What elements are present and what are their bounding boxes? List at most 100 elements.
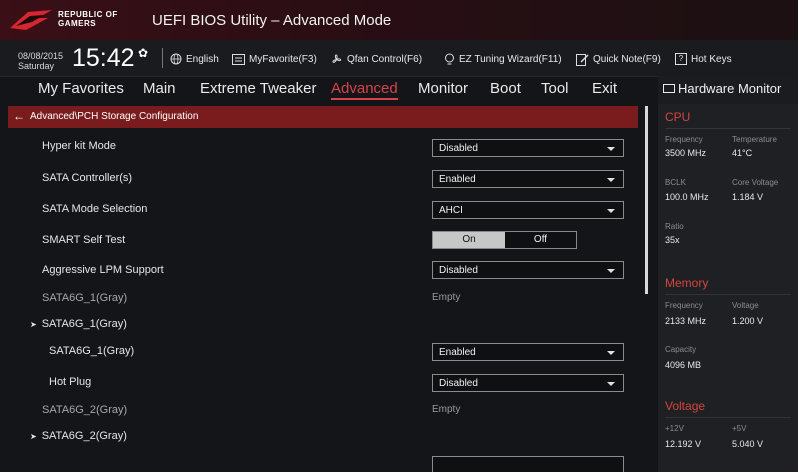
monitor-icon	[663, 84, 675, 93]
brand-line-1: REPUBLIC OF	[58, 10, 118, 19]
submenu-arrow-icon: ➤	[30, 320, 37, 329]
memory-voltage-value: 1.200 V	[732, 316, 764, 326]
partial-select[interactable]	[432, 456, 624, 472]
tab-advanced[interactable]: Advanced	[331, 80, 398, 100]
rog-eye-icon	[10, 10, 52, 30]
divider	[665, 294, 791, 295]
sata-mode-select[interactable]: AHCI	[432, 201, 624, 219]
divider	[665, 128, 791, 129]
globe-icon	[170, 53, 182, 65]
brand-text: REPUBLIC OF GAMERS	[58, 10, 118, 28]
hot-plug-label: Hot Plug	[49, 376, 92, 388]
bclk-value: 100.0 MHz	[665, 192, 709, 202]
chevron-down-icon	[607, 147, 615, 151]
sata6g-1-info-label: SATA6G_1(Gray)	[42, 292, 128, 304]
note-pencil-icon	[576, 53, 589, 66]
favorite-list-icon	[232, 53, 245, 65]
question-icon: ?	[675, 53, 687, 65]
cpu-frequency-label: Frequency	[665, 135, 703, 144]
day-text: Saturday	[18, 61, 55, 71]
sata-mode-value: AHCI	[439, 205, 463, 216]
toggle-off-option[interactable]: Off	[505, 232, 576, 248]
scrollbar[interactable]	[645, 106, 648, 294]
memory-voltage-label: Voltage	[732, 301, 759, 310]
sata-controller-value: Enabled	[439, 174, 476, 185]
title-bar: REPUBLIC OF GAMERS UEFI BIOS Utility – A…	[0, 0, 798, 40]
smart-self-test-toggle[interactable]: On Off	[432, 231, 577, 249]
sata6g-2-status: Empty	[432, 404, 461, 415]
hot-keys-label: Hot Keys	[691, 53, 732, 65]
ratio-label: Ratio	[665, 222, 684, 231]
qfan-label: Qfan Control(F6)	[347, 53, 423, 65]
myfavorite-label: MyFavorite(F3)	[249, 53, 317, 65]
info-bar: 08/08/2015 Saturday 15:42 ✿ English MyFa…	[0, 40, 798, 77]
myfavorite-button[interactable]: MyFavorite(F3)	[232, 52, 317, 66]
back-arrow-icon[interactable]: ←	[13, 109, 25, 123]
tab-extreme-tweaker[interactable]: Extreme Tweaker	[200, 80, 316, 97]
quick-note-button[interactable]: Quick Note(F9)	[576, 52, 661, 66]
memory-frequency-value: 2133 MHz	[665, 316, 707, 326]
quick-note-label: Quick Note(F9)	[593, 53, 661, 65]
hardware-monitor-header: Hardware Monitor	[658, 76, 798, 104]
chevron-down-icon	[607, 178, 615, 182]
sata-controller-select[interactable]: Enabled	[432, 170, 624, 188]
memory-capacity-label: Capacity	[665, 345, 697, 354]
sata6g-1-submenu[interactable]: ➤ SATA6G_1(Gray)	[30, 318, 127, 330]
smart-self-test-label: SMART Self Test	[42, 234, 126, 246]
cpu-temperature-value: 41°C	[732, 148, 753, 158]
window-title: UEFI BIOS Utility – Advanced Mode	[152, 12, 392, 29]
gear-icon[interactable]: ✿	[138, 46, 148, 60]
breadcrumb[interactable]: ← Advanced\PCH Storage Configuration	[8, 106, 638, 128]
aggressive-lpm-select[interactable]: Disabled	[432, 261, 624, 279]
date-display: 08/08/2015 Saturday	[18, 51, 63, 71]
sata6g-2-info-label: SATA6G_2(Gray)	[42, 404, 128, 416]
v5-value: 5.040 V	[732, 439, 764, 449]
v5-label: +5V	[732, 424, 747, 433]
date-text: 08/08/2015	[18, 51, 64, 61]
memory-heading: Memory	[665, 276, 709, 290]
cpu-frequency-value: 3500 MHz	[665, 148, 707, 158]
memory-frequency-label: Frequency	[665, 301, 703, 310]
divider	[665, 417, 791, 418]
divider	[162, 48, 163, 68]
hyper-kit-select[interactable]: Disabled	[432, 139, 624, 157]
hot-plug-value: Disabled	[439, 378, 478, 389]
core-voltage-value: 1.184 V	[732, 192, 764, 202]
v12-value: 12.192 V	[665, 439, 702, 449]
v12-label: +12V	[665, 424, 684, 433]
sata6g-1-enable-select[interactable]: Enabled	[432, 343, 624, 361]
cpu-heading: CPU	[665, 110, 691, 124]
hyper-kit-value: Disabled	[439, 143, 478, 154]
clock: 15:42	[72, 44, 135, 72]
sata6g-1-enable-label: SATA6G_1(Gray)	[49, 345, 135, 357]
tab-main[interactable]: Main	[143, 80, 176, 97]
tab-boot[interactable]: Boot	[490, 80, 521, 97]
ratio-value: 35x	[665, 235, 680, 245]
rog-logo: REPUBLIC OF GAMERS	[8, 6, 138, 34]
ez-tuning-label: EZ Tuning Wizard(F11)	[459, 53, 562, 65]
tab-monitor[interactable]: Monitor	[418, 80, 468, 97]
sata-mode-label: SATA Mode Selection	[42, 203, 148, 215]
hot-plug-select[interactable]: Disabled	[432, 374, 624, 392]
tab-exit[interactable]: Exit	[592, 80, 617, 97]
voltage-heading: Voltage	[665, 399, 706, 413]
qfan-control-button[interactable]: Qfan Control(F6)	[330, 52, 422, 66]
chevron-down-icon	[607, 382, 615, 386]
language-button[interactable]: English	[170, 52, 219, 66]
hyper-kit-label: Hyper kit Mode	[42, 140, 116, 152]
tab-tool[interactable]: Tool	[541, 80, 569, 97]
sata6g-2-submenu-label: SATA6G_2(Gray)	[41, 430, 127, 442]
sata6g-2-submenu[interactable]: ➤ SATA6G_2(Gray)	[30, 430, 127, 442]
hot-keys-button[interactable]: ? Hot Keys	[675, 52, 732, 66]
aggressive-lpm-label: Aggressive LPM Support	[42, 264, 164, 276]
brand-line-2: GAMERS	[58, 19, 97, 28]
cpu-temperature-label: Temperature	[732, 135, 777, 144]
tab-my-favorites[interactable]: My Favorites	[38, 80, 124, 97]
main-tabs: My Favorites Main Extreme Tweaker Advanc…	[0, 76, 648, 104]
sata6g-1-status: Empty	[432, 292, 461, 303]
sata-controller-label: SATA Controller(s)	[42, 172, 133, 184]
chevron-down-icon	[607, 269, 615, 273]
ez-tuning-wizard-button[interactable]: EZ Tuning Wizard(F11)	[444, 52, 562, 66]
submenu-arrow-icon: ➤	[30, 432, 37, 441]
toggle-on-option[interactable]: On	[433, 232, 505, 248]
